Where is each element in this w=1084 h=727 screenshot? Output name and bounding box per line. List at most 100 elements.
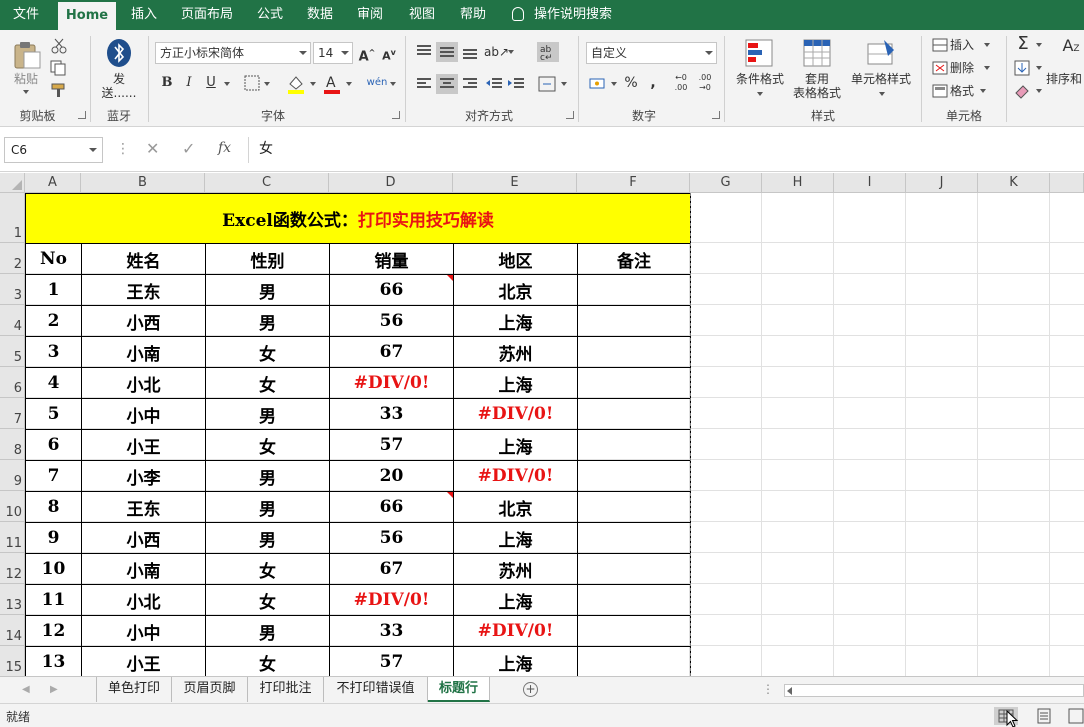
table-cell[interactable]: 苏州	[453, 553, 578, 585]
font-name-select[interactable]: 方正小标宋简体	[155, 42, 311, 64]
table-cell[interactable]: 女	[205, 336, 330, 368]
row-header-10[interactable]: 10	[0, 491, 25, 522]
row-header-11[interactable]: 11	[0, 522, 25, 553]
borders-icon[interactable]	[244, 75, 260, 91]
scroll-left-icon[interactable]	[787, 687, 792, 695]
format-as-table-button[interactable]: 套用 表格格式	[786, 72, 848, 100]
formula-input[interactable]: 女	[248, 137, 1084, 163]
table-cell[interactable]: 66	[329, 491, 454, 523]
table-cell[interactable]: 女	[205, 584, 330, 616]
column-header-a[interactable]: A	[25, 173, 81, 193]
orientation-icon[interactable]: ab↗	[484, 42, 509, 62]
increase-indent-icon[interactable]	[506, 74, 526, 94]
accounting-format-icon[interactable]	[588, 74, 608, 94]
cancel-icon[interactable]: ✕	[146, 139, 159, 158]
table-cell[interactable]: 上海	[453, 646, 578, 676]
sort-filter-icon[interactable]: AZ	[1058, 36, 1084, 56]
table-cell[interactable]	[577, 615, 691, 647]
horizontal-scrollbar[interactable]	[784, 684, 1084, 697]
table-cell[interactable]: 小北	[81, 367, 206, 399]
row-header-1[interactable]: 1	[0, 193, 25, 243]
table-cell[interactable]: 男	[205, 522, 330, 554]
row-header-12[interactable]: 12	[0, 553, 25, 584]
title-cell[interactable]: Excel函数公式：打印实用技巧解读	[25, 193, 691, 244]
table-cell[interactable]: 北京	[453, 274, 578, 306]
tell-me-search[interactable]: 操作说明搜索	[512, 0, 612, 30]
delete-cells-button[interactable]: 删除	[950, 61, 978, 75]
column-header-k[interactable]: K	[978, 173, 1050, 193]
table-cell[interactable]	[577, 336, 691, 368]
sheet-tab-no-print-errors[interactable]: 不打印错误值	[324, 677, 428, 702]
column-header-b[interactable]: B	[81, 173, 205, 193]
table-cell[interactable]: 小南	[81, 336, 206, 368]
wrap-text-icon[interactable]: abc↵	[537, 42, 559, 62]
sheet-tab-title-row[interactable]: 标题行	[428, 677, 490, 702]
table-cell[interactable]: 10	[25, 553, 82, 585]
insert-cells-icon[interactable]	[932, 38, 948, 52]
copy-icon[interactable]	[50, 60, 68, 76]
table-cell[interactable]	[577, 367, 691, 399]
table-cell[interactable]: 56	[329, 305, 454, 337]
table-cell[interactable]: 上海	[453, 522, 578, 554]
column-header-g[interactable]: G	[690, 173, 762, 193]
row-header-2[interactable]: 2	[0, 243, 25, 274]
tab-file[interactable]: 文件	[0, 0, 52, 30]
scroll-grip[interactable]: ⋮	[762, 682, 774, 696]
header-cell[interactable]: 姓名	[81, 243, 206, 275]
column-header-i[interactable]: I	[834, 173, 906, 193]
row-header-14[interactable]: 14	[0, 615, 25, 646]
row-header-13[interactable]: 13	[0, 584, 25, 615]
delete-cells-icon[interactable]	[932, 61, 948, 75]
table-cell[interactable]: 上海	[453, 584, 578, 616]
sort-filter-button[interactable]: 排序和	[1046, 72, 1084, 86]
table-cell[interactable]: 小西	[81, 522, 206, 554]
table-cell[interactable]	[577, 646, 691, 676]
table-cell[interactable]: 男	[205, 305, 330, 337]
header-cell[interactable]: 地区	[453, 243, 578, 275]
next-sheet-icon[interactable]: ▶	[50, 684, 58, 695]
table-cell[interactable]: 小中	[81, 615, 206, 647]
table-cell[interactable]: 小李	[81, 460, 206, 492]
name-box[interactable]: C6	[4, 137, 103, 163]
tab-page-layout[interactable]: 页面布局	[172, 0, 242, 30]
table-cell[interactable]: 9	[25, 522, 82, 554]
table-cell[interactable]: 8	[25, 491, 82, 523]
table-cell[interactable]: 67	[329, 336, 454, 368]
column-header-h[interactable]: H	[762, 173, 834, 193]
italic-button[interactable]: I	[178, 73, 200, 93]
tab-view[interactable]: 视图	[398, 0, 446, 30]
row-header-6[interactable]: 6	[0, 367, 25, 398]
table-cell[interactable]: 男	[205, 398, 330, 430]
percent-icon[interactable]: %	[620, 73, 642, 93]
table-cell[interactable]: 小王	[81, 646, 206, 676]
align-center-icon[interactable]	[436, 74, 458, 94]
increase-font-icon[interactable]: A^	[356, 43, 378, 64]
table-cell[interactable]: 4	[25, 367, 82, 399]
header-cell[interactable]: 性别	[205, 243, 330, 275]
align-bottom-icon[interactable]	[460, 42, 480, 62]
table-cell[interactable]: 上海	[453, 305, 578, 337]
table-cell[interactable]: 小南	[81, 553, 206, 585]
format-cells-button[interactable]: 格式	[950, 84, 978, 98]
header-cell[interactable]: 销量	[329, 243, 454, 275]
table-cell[interactable]: 2	[25, 305, 82, 337]
row-header-3[interactable]: 3	[0, 274, 25, 305]
paste-button[interactable]: 粘贴	[6, 72, 46, 86]
tab-help[interactable]: 帮助	[450, 0, 496, 30]
tab-insert[interactable]: 插入	[122, 0, 166, 30]
header-cell[interactable]: No	[25, 243, 82, 275]
table-cell[interactable]	[577, 398, 691, 430]
select-all-button[interactable]	[0, 173, 25, 193]
table-cell[interactable]: 王东	[81, 274, 206, 306]
align-middle-icon[interactable]	[436, 42, 458, 62]
row-header-9[interactable]: 9	[0, 460, 25, 491]
table-cell[interactable]: 6	[25, 429, 82, 461]
prev-sheet-icon[interactable]: ◀	[22, 684, 30, 695]
row-header-7[interactable]: 7	[0, 398, 25, 429]
send-bluetooth-button[interactable]: 发送......	[96, 72, 142, 100]
column-header-f[interactable]: F	[577, 173, 690, 193]
table-cell[interactable]: 5	[25, 398, 82, 430]
tab-data[interactable]: 数据	[298, 0, 342, 30]
row-header-5[interactable]: 5	[0, 336, 25, 367]
comma-style-icon[interactable]: ,	[642, 73, 664, 93]
